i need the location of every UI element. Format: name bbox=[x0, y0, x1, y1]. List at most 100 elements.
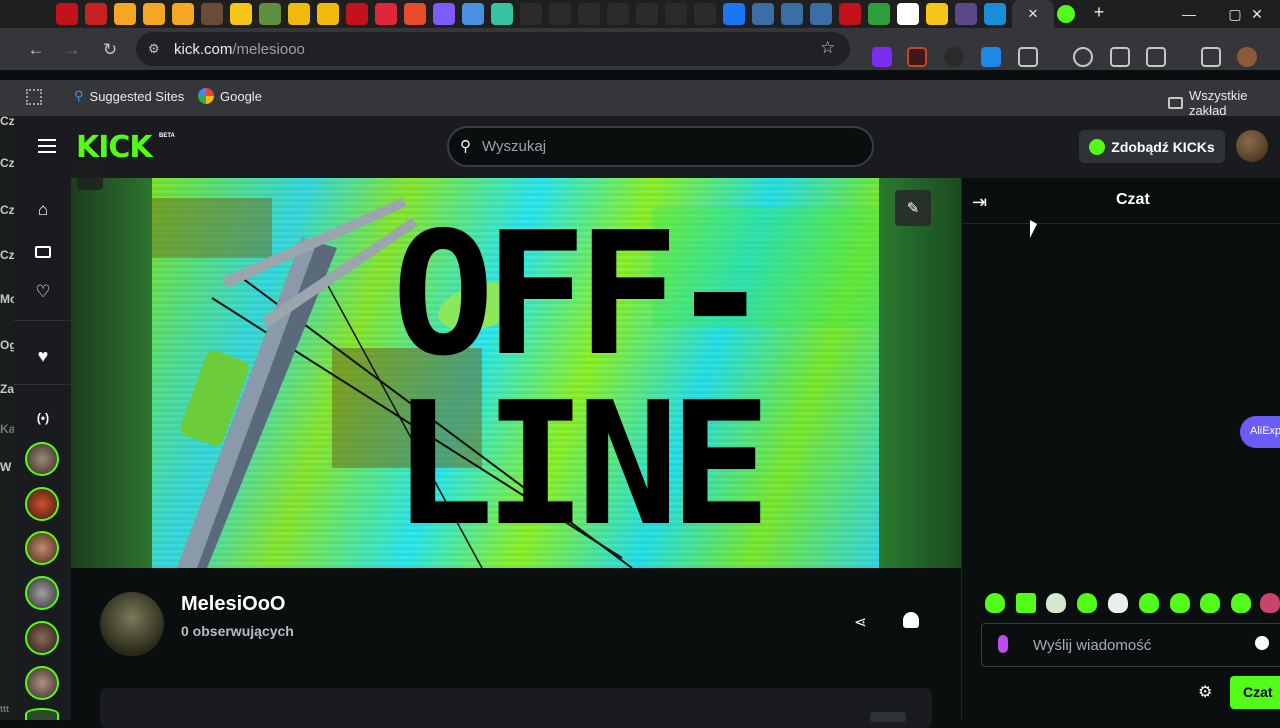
extension-icon[interactable] bbox=[981, 47, 1001, 67]
emote-icon[interactable] bbox=[1231, 593, 1251, 613]
extension-icon[interactable] bbox=[944, 47, 964, 67]
close-window-button[interactable]: ✕ bbox=[1234, 0, 1280, 28]
c-icon[interactable] bbox=[345, 3, 368, 25]
back-button[interactable]: ← bbox=[22, 36, 50, 64]
puzzle-icon[interactable] bbox=[1018, 47, 1038, 67]
bookmark-suggested-sites[interactable]: ⚲ Suggested Sites bbox=[74, 88, 184, 104]
live-icon[interactable]: (•) bbox=[31, 406, 55, 430]
capcut-icon[interactable] bbox=[635, 3, 658, 25]
emote-icon[interactable] bbox=[1260, 593, 1280, 613]
microphone-icon[interactable] bbox=[998, 635, 1008, 653]
browse-icon[interactable] bbox=[31, 240, 55, 264]
shopify-icon[interactable] bbox=[258, 3, 281, 25]
sparkle-icon[interactable] bbox=[461, 3, 484, 25]
followed-channel-avatar[interactable] bbox=[25, 621, 59, 655]
extension-icon[interactable] bbox=[872, 47, 892, 67]
emote-icon[interactable] bbox=[1108, 593, 1128, 613]
opera-icon[interactable] bbox=[55, 3, 78, 25]
emote-icon[interactable] bbox=[985, 593, 1005, 613]
bookmark-google[interactable]: Google bbox=[198, 88, 262, 104]
square-icon[interactable] bbox=[606, 3, 629, 25]
minimize-button[interactable]: — bbox=[1166, 0, 1212, 28]
followed-channel-avatar[interactable] bbox=[25, 531, 59, 565]
video-player[interactable]: OFF- LINE ✎ bbox=[71, 178, 961, 568]
folder-icon[interactable] bbox=[113, 3, 136, 25]
flag-icon[interactable] bbox=[867, 3, 890, 25]
emote-icon[interactable] bbox=[1170, 593, 1190, 613]
capcut-icon[interactable] bbox=[548, 3, 571, 25]
binance-icon[interactable] bbox=[316, 3, 339, 25]
notion-icon[interactable] bbox=[519, 3, 542, 25]
followed-channel-avatar[interactable] bbox=[25, 576, 59, 610]
bookmark-all-bookmarks[interactable]: Wszystkie zakład bbox=[1168, 88, 1280, 118]
folder-icon[interactable] bbox=[171, 3, 194, 25]
messenger-icon[interactable] bbox=[229, 3, 252, 25]
emote-icon[interactable] bbox=[1016, 593, 1036, 613]
kick-tab-icon[interactable] bbox=[1057, 5, 1075, 23]
followed-channel-avatar[interactable] bbox=[25, 487, 59, 521]
bug-icon[interactable] bbox=[1073, 47, 1093, 67]
wave-icon[interactable] bbox=[983, 3, 1006, 25]
reload-button[interactable]: ↻ bbox=[96, 36, 124, 64]
bookmark-star-icon[interactable]: ☆ bbox=[820, 38, 835, 58]
stack-icon[interactable] bbox=[751, 3, 774, 25]
chatgpt-icon[interactable] bbox=[577, 3, 600, 25]
gem-icon[interactable] bbox=[490, 3, 513, 25]
search-input[interactable]: ⚲ Wyszukaj bbox=[447, 126, 874, 167]
panel-button[interactable] bbox=[870, 712, 906, 722]
circle-icon[interactable] bbox=[954, 3, 977, 25]
circle-icon[interactable] bbox=[403, 3, 426, 25]
user-avatar[interactable] bbox=[1236, 130, 1268, 162]
stack-icon[interactable] bbox=[809, 3, 832, 25]
stack-icon[interactable] bbox=[780, 3, 803, 25]
home-icon[interactable]: ⌂ bbox=[31, 198, 55, 222]
chevron-down-icon[interactable] bbox=[26, 3, 49, 25]
folder-icon[interactable] bbox=[142, 3, 165, 25]
devices-icon[interactable] bbox=[1110, 47, 1130, 67]
emote-icon[interactable] bbox=[1046, 593, 1066, 613]
triangle-icon[interactable] bbox=[925, 3, 948, 25]
share-icon[interactable]: ⋖ bbox=[854, 613, 867, 631]
emoji-icon[interactable] bbox=[1255, 636, 1269, 650]
active-tab[interactable]: ✕ bbox=[1012, 0, 1054, 28]
k-icon[interactable] bbox=[374, 3, 397, 25]
menu-icon[interactable] bbox=[38, 139, 56, 153]
edit-banner-button[interactable]: ✎ bbox=[895, 190, 931, 226]
emote-icon[interactable] bbox=[1200, 593, 1220, 613]
media-icon[interactable] bbox=[1201, 47, 1221, 67]
lens-icon[interactable] bbox=[77, 164, 103, 190]
meta-icon[interactable] bbox=[722, 3, 745, 25]
followed-channel-avatar[interactable] bbox=[25, 442, 59, 476]
apps-grid-icon[interactable] bbox=[26, 89, 42, 105]
gmail-icon[interactable] bbox=[84, 3, 107, 25]
profile-avatar[interactable] bbox=[1237, 47, 1257, 67]
collapse-chat-icon[interactable]: ⇥ bbox=[972, 192, 987, 213]
avatar-icon[interactable] bbox=[200, 3, 223, 25]
message-input[interactable]: Wyślij wiadomość bbox=[981, 623, 1280, 667]
24-icon[interactable] bbox=[838, 3, 861, 25]
chat-settings-icon[interactable]: ⚙ bbox=[1198, 682, 1212, 702]
chat-send-button[interactable]: Czat bbox=[1230, 676, 1280, 709]
amazon-icon[interactable] bbox=[896, 3, 919, 25]
kick-logo[interactable]: KICK bbox=[76, 130, 153, 165]
site-info-icon[interactable]: ⚙ bbox=[148, 41, 160, 57]
close-tab-icon[interactable]: ✕ bbox=[1028, 6, 1039, 22]
new-tab-button[interactable]: + bbox=[1088, 2, 1110, 24]
following-heart-icon[interactable]: ♡ bbox=[31, 280, 55, 304]
binance-icon[interactable] bbox=[287, 3, 310, 25]
translate-icon[interactable] bbox=[1146, 47, 1166, 67]
channel-name[interactable]: MelesiOoO bbox=[181, 593, 285, 616]
emote-icon[interactable] bbox=[1139, 593, 1159, 613]
followed-heart-icon[interactable]: ♥ bbox=[31, 344, 55, 368]
aliexpress-badge[interactable]: AliExp bbox=[1240, 416, 1280, 448]
forward-button[interactable]: → bbox=[58, 36, 86, 64]
chatgpt-icon[interactable] bbox=[693, 3, 716, 25]
extension-icon[interactable] bbox=[907, 47, 927, 67]
get-kicks-button[interactable]: Zdobądź KICKs bbox=[1079, 130, 1225, 163]
omnibox[interactable]: ⚙ kick.com/melesiooo ☆ bbox=[136, 32, 850, 66]
url-text[interactable]: kick.com/melesiooo bbox=[174, 41, 305, 58]
followed-channel-avatar[interactable] bbox=[25, 708, 59, 720]
follow-user-icon[interactable] bbox=[903, 612, 919, 628]
followed-channel-avatar[interactable] bbox=[25, 666, 59, 700]
capcut-icon[interactable] bbox=[664, 3, 687, 25]
